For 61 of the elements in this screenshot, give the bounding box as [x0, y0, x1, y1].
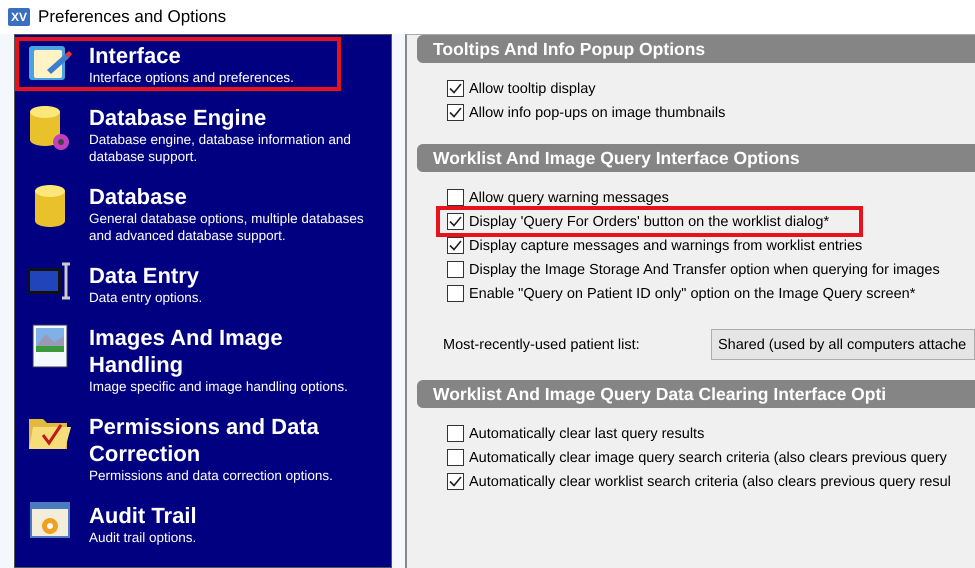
app-logo: XV [8, 8, 30, 26]
item-title: Images And Image Handling [89, 324, 284, 378]
checkbox[interactable] [447, 425, 464, 442]
sidebar-item[interactable]: Database Engine Database engine, database information and database support. [15, 99, 391, 170]
checkbox-option[interactable]: Allow info pop-ups on image thumbnails [447, 101, 726, 124]
checkbox[interactable] [447, 80, 464, 97]
sidebar-item[interactable]: Audit Trail Audit trail options. [15, 497, 391, 551]
item-description: Audit trail options. [89, 529, 197, 546]
checkbox[interactable] [447, 189, 464, 206]
window-gear-icon [30, 502, 70, 538]
item-description: Data entry options. [89, 289, 202, 306]
option-label: Automatically clear worklist search criteria (also clears previous query resul [469, 474, 951, 490]
checkbox-option[interactable]: Automatically clear last query results [447, 422, 704, 445]
option-label: Automatically clear last query results [469, 426, 704, 442]
item-title: Database Engine [89, 104, 268, 131]
option-label: Automatically clear image query search criteria (also clears previous query [469, 450, 947, 466]
item-description: Interface options and preferences. [89, 69, 294, 86]
option-label: Display 'Query For Orders' button on the worklist dialog* [469, 214, 830, 230]
item-title: Interface [89, 42, 182, 69]
option-label: Display the Image Storage And Transfer option when querying for images [469, 262, 940, 278]
landscape-image-icon [32, 324, 68, 368]
item-title: Permissions and Data Correction [89, 413, 320, 467]
checkbox[interactable] [447, 449, 464, 466]
checkbox[interactable] [447, 285, 464, 302]
checkbox-option[interactable]: Allow query warning messages [447, 186, 669, 209]
database-icon [32, 183, 68, 229]
item-title: Data Entry [89, 262, 200, 289]
dropdown-label: Most-recently-used patient list: [443, 336, 641, 352]
checkbox[interactable] [447, 237, 464, 254]
checkbox-option[interactable]: Allow tooltip display [447, 77, 596, 100]
checkbox-option[interactable]: Display the Image Storage And Transfer option when querying for images [447, 258, 940, 281]
checkbox[interactable] [447, 104, 464, 121]
item-description: Permissions and data correction options. [89, 467, 334, 484]
highlighted-option[interactable]: Display 'Query For Orders' button on the worklist dialog* [440, 210, 860, 233]
checkbox[interactable] [447, 213, 464, 230]
checkbox-option[interactable]: Enable "Query on Patient ID only" option on the Image Query screen* [447, 282, 916, 305]
option-label: Allow tooltip display [469, 80, 596, 96]
item-title: Audit Trail [89, 502, 197, 529]
option-label: Allow query warning messages [469, 190, 669, 206]
sidebar-item[interactable]: Data Entry Data entry options. [15, 257, 391, 311]
option-label: Display capture messages and warnings from worklist entries [469, 238, 862, 254]
sidebar-item[interactable]: Database General database options, multiple databases and advanced database support. [15, 178, 391, 249]
patient-list-dropdown[interactable]: Shared (used by all computers attache [711, 329, 975, 360]
sidebar-item[interactable]: Permissions and Data Correction Permissions and data correction options. [15, 408, 391, 489]
section-header: Worklist And Image Query Data Clearing Interface Opti [417, 380, 975, 408]
window-title: Preferences and Options [38, 7, 226, 27]
item-description: Database engine, database information and database support. [89, 131, 352, 165]
checkbox[interactable] [447, 473, 464, 490]
item-title: Database [89, 183, 188, 210]
checkbox-option[interactable]: Automatically clear image query search criteria (also clears previous query [447, 446, 947, 469]
option-label: Allow info pop-ups on image thumbnails [469, 104, 726, 120]
section-header: Worklist And Image Query Interface Options [417, 144, 975, 172]
section-header: Tooltips And Info Popup Options [417, 35, 975, 63]
checkbox-option[interactable]: Automatically clear worklist search criteria (also clears previous query resul [447, 470, 951, 493]
sidebar-item[interactable]: Interface Interface options and preferences. [15, 37, 341, 91]
checkbox[interactable] [447, 261, 464, 278]
item-description: Image specific and image handling options. [89, 378, 349, 395]
item-description: General database options, multiple databases and advanced database support. [89, 210, 365, 244]
checkbox-option[interactable]: Display capture messages and warnings from worklist entries [447, 234, 862, 257]
sidebar-item[interactable]: Images And Image Handling Image specific and image handling options. [15, 319, 391, 400]
option-label: Enable "Query on Patient ID only" option on the Image Query screen* [469, 286, 916, 302]
